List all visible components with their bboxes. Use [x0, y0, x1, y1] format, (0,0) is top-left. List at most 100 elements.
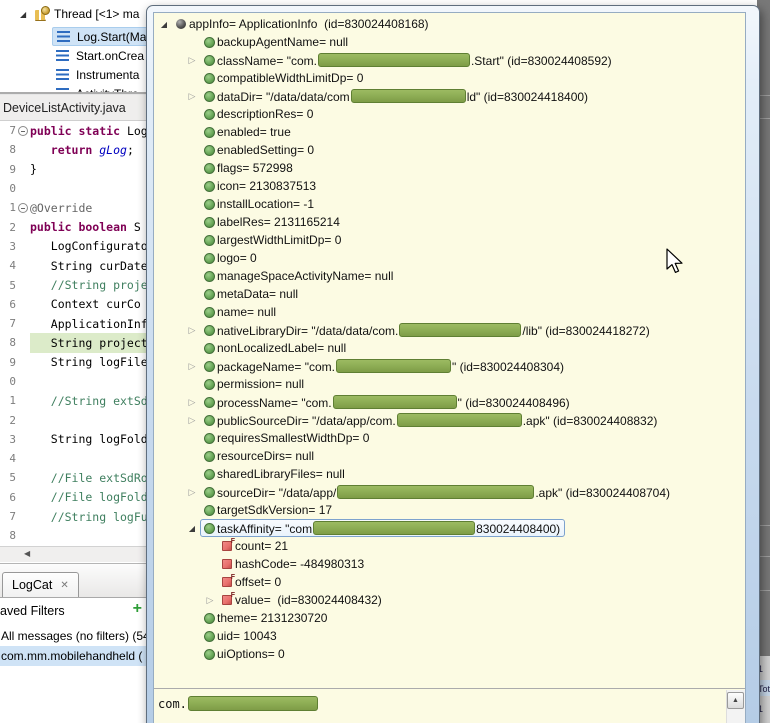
scroll-up-icon: ▲ [732, 697, 739, 704]
scroll-up-button[interactable]: ▲ [727, 692, 744, 709]
variable-text: processName= "com. " (id=830024408496) [217, 394, 570, 410]
code-line: 2 [0, 410, 146, 430]
variable-row[interactable]: ◢ appInfo= ApplicationInfo (id=8300244081… [154, 15, 745, 33]
variable-row[interactable]: logo= 0 [154, 249, 745, 267]
code-text: ApplicationInfo [30, 314, 146, 333]
variable-row[interactable]: ▷ publicSourceDir= "/data/app/com. .apk" (… [154, 411, 745, 429]
variable-text: descriptionRes= 0 [217, 107, 313, 121]
thread-icon [35, 5, 50, 21]
variable-row[interactable]: installLocation= -1 [154, 195, 745, 213]
code-line: 0 [0, 178, 146, 199]
variable-row[interactable]: largestWidthLimitDp= 0 [154, 231, 745, 249]
variable-text: uiOptions= 0 [217, 647, 285, 661]
variable-row[interactable]: requiresSmallestWidthDp= 0 [154, 429, 745, 447]
variable-name: dataDir= [217, 89, 267, 104]
variable-row[interactable]: ▷ value= (id=830024408432) [154, 591, 745, 609]
expand-arrow-collapsed-icon[interactable]: ▷ [184, 55, 200, 66]
expand-arrow-expanded-icon[interactable]: ◢ [184, 524, 200, 533]
expand-arrow-collapsed-icon[interactable]: ▷ [184, 91, 200, 102]
public-field-icon [201, 36, 217, 48]
variable-row[interactable]: enabledSetting= 0 [154, 141, 745, 159]
variable-value: "/data/data/com. [311, 323, 399, 338]
variable-row[interactable]: ▷ dataDir= "/data/data/com ld" (id=8300244… [154, 87, 745, 105]
stack-frame[interactable]: Start.onCrea [52, 46, 146, 65]
variable-row[interactable]: icon= 2130837513 [154, 177, 745, 195]
line-number: 1 [0, 394, 17, 408]
variable-value: 0 [250, 251, 257, 265]
fold-marker[interactable] [17, 121, 30, 141]
thread-node[interactable]: ◢ Thread [<1> ma [20, 5, 139, 21]
variable-row[interactable]: ▷ packageName= "com. " (id=830024408304) [154, 357, 745, 375]
variable-text: installLocation= -1 [217, 197, 314, 211]
variable-row[interactable]: sharedLibraryFiles= null [154, 465, 745, 483]
stack-frame[interactable]: Instrumenta [52, 65, 146, 84]
scroll-left-icon[interactable]: ◀ [24, 549, 30, 558]
variable-row[interactable]: targetSdkVersion= 17 [154, 501, 745, 519]
expand-arrow-collapsed-icon[interactable]: ▷ [184, 415, 200, 426]
variable-row[interactable]: enabled= true [154, 123, 745, 141]
tab-logcat[interactable]: LogCat ✕ [2, 572, 79, 597]
expand-arrow-expanded-icon[interactable]: ◢ [20, 10, 30, 19]
variable-row[interactable]: ▷ processName= "com. " (id=830024408496) [154, 393, 745, 411]
variable-name: uid= [217, 629, 244, 643]
variable-value: 10043 [243, 629, 277, 643]
variable-row[interactable]: manageSpaceActivityName= null [154, 267, 745, 285]
variable-text: count= 21 [235, 539, 288, 553]
variable-value: 572998 [252, 161, 293, 175]
add-filter-icon[interactable]: + [133, 600, 142, 618]
line-number: 5 [0, 278, 17, 292]
variable-value: -484980313 [300, 557, 365, 571]
line-number: 6 [0, 490, 17, 504]
variable-row[interactable]: offset= 0 [154, 573, 745, 591]
variable-row[interactable]: ▷ className= "com. .Start" (id=83002440859… [154, 51, 745, 69]
variable-text: nativeLibraryDir= "/data/data/com. /lib" … [217, 322, 650, 338]
variable-name: largestWidthLimitDp= [217, 233, 335, 247]
editor-hscrollbar[interactable]: ◀ [0, 546, 146, 562]
variable-row[interactable]: uiOptions= 0 [154, 645, 745, 663]
code-editor[interactable]: 7 public static Log 8 return gLog; 9} 0 1 @Ove… [0, 121, 146, 546]
variable-value: (id=830024408432) [274, 593, 382, 607]
variable-row[interactable]: uid= 10043 [154, 627, 745, 645]
expand-arrow-collapsed-icon[interactable]: ▷ [184, 361, 200, 372]
variable-row[interactable]: flags= 572998 [154, 159, 745, 177]
variable-value: 0 [278, 647, 285, 661]
variable-row[interactable]: hashCode= -484980313 [154, 555, 745, 573]
variable-row[interactable]: descriptionRes= 0 [154, 105, 745, 123]
variable-row[interactable]: ▷ nativeLibraryDir= "/data/data/com. /lib"… [154, 321, 745, 339]
variable-entry: packageName= "com. " (id=830024408304) [200, 356, 569, 376]
variable-row[interactable]: name= null [154, 303, 745, 321]
variable-row[interactable]: backupAgentName= null [154, 33, 745, 51]
detail-scrollbar[interactable]: ▲ [726, 690, 745, 723]
variable-row[interactable]: compatibleWidthLimitDp= 0 [154, 69, 745, 87]
expand-arrow-collapsed-icon[interactable]: ▷ [184, 397, 200, 408]
variable-row[interactable]: permission= null [154, 375, 745, 393]
variable-row[interactable]: ▷ sourceDir= "/data/app/ .apk" (id=8300244… [154, 483, 745, 501]
variable-row[interactable]: count= 21 [154, 537, 745, 555]
variable-name: enabledSetting= [217, 143, 308, 157]
variable-row[interactable]: labelRes= 2131165214 [154, 213, 745, 231]
editor-tab[interactable]: DeviceListActivity.java [0, 95, 146, 121]
fold-marker[interactable] [17, 198, 30, 218]
expand-arrow-collapsed-icon[interactable]: ▷ [202, 595, 218, 606]
stack-frame[interactable]: Log.Start(Ma [52, 27, 146, 46]
variable-name: installLocation= [217, 197, 304, 211]
expand-arrow-expanded-icon[interactable]: ◢ [156, 20, 172, 29]
variable-row[interactable]: metaData= null [154, 285, 745, 303]
line-number: 8 [0, 336, 17, 350]
variable-name: name= [217, 305, 258, 319]
close-icon[interactable]: ✕ [60, 580, 68, 591]
code-line: 6 //File logFolder [0, 487, 146, 507]
filter-list-item[interactable]: All messages (no filters) (540 [0, 626, 146, 646]
expand-arrow-collapsed-icon[interactable]: ▷ [184, 487, 200, 498]
code-text: LogConfigurato [30, 237, 146, 256]
expand-arrow-collapsed-icon[interactable]: ▷ [184, 325, 200, 336]
detail-pane[interactable]: com. ▲ [154, 688, 745, 723]
variable-row[interactable]: theme= 2131230720 [154, 609, 745, 627]
variable-row[interactable]: resourceDirs= null [154, 447, 745, 465]
variable-row[interactable]: nonLocalizedLabel= null [154, 339, 745, 357]
filter-list-item[interactable]: com.mm.mobilehandheld ( [0, 646, 146, 666]
public-field-icon [201, 504, 217, 516]
variable-entry: descriptionRes= 0 [200, 104, 318, 124]
variable-entry: permission= null [200, 374, 309, 394]
variable-row[interactable]: ◢ taskAffinity= "com 830024408400) [154, 519, 745, 537]
